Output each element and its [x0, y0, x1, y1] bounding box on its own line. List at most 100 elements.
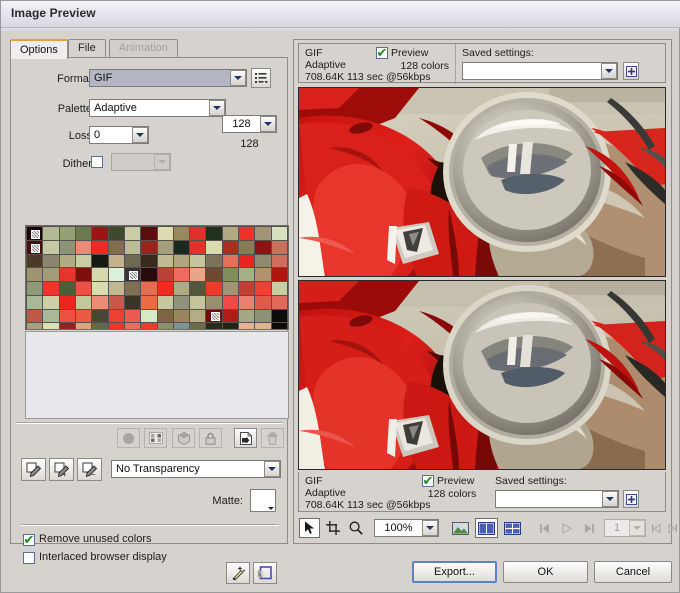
- transparency-combo[interactable]: No Transparency: [111, 460, 281, 478]
- palette-swatch[interactable]: [75, 227, 92, 240]
- palette-swatch[interactable]: [141, 240, 157, 254]
- palette-swatch[interactable]: [59, 282, 75, 295]
- palette-swatch[interactable]: [43, 227, 59, 240]
- palette-swatch[interactable]: [59, 309, 75, 323]
- palette-swatch[interactable]: [222, 282, 239, 295]
- palette-swatch[interactable]: [190, 240, 206, 254]
- palette-swatch[interactable]: [173, 254, 190, 268]
- palette-swatch[interactable]: [124, 309, 141, 323]
- add-to-transparency-button[interactable]: +: [49, 458, 74, 481]
- palette-swatch[interactable]: [141, 227, 157, 240]
- palette-swatch[interactable]: [124, 282, 141, 295]
- palette-swatch[interactable]: [108, 227, 124, 240]
- palette-swatch[interactable]: [92, 309, 108, 323]
- save-settings-button[interactable]: [623, 490, 639, 508]
- palette-swatch[interactable]: [173, 323, 190, 329]
- palette-swatch[interactable]: [27, 295, 43, 309]
- palette-swatch[interactable]: [92, 254, 108, 268]
- palette-swatch[interactable]: [75, 254, 92, 268]
- palette-swatch[interactable]: [124, 254, 141, 268]
- export-button[interactable]: Export...: [412, 561, 497, 583]
- palette-swatch[interactable]: [271, 309, 287, 323]
- palette-swatch[interactable]: [27, 268, 43, 281]
- palette-swatch[interactable]: [141, 323, 157, 329]
- palette-swatch[interactable]: [108, 309, 124, 323]
- palette-swatch[interactable]: [271, 227, 287, 240]
- zoom-tool-button[interactable]: [345, 518, 366, 538]
- palette-swatch[interactable]: [190, 295, 206, 309]
- palette-swatch[interactable]: [108, 268, 124, 281]
- palette-swatch[interactable]: [239, 309, 255, 323]
- top-image-preview[interactable]: [298, 87, 666, 277]
- palette-swatch[interactable]: [141, 295, 157, 309]
- palette-swatch[interactable]: [222, 240, 239, 254]
- palette-swatch[interactable]: [75, 309, 92, 323]
- export-wizard-button[interactable]: k: [253, 562, 277, 584]
- palette-swatch[interactable]: [43, 282, 59, 295]
- palette-swatch[interactable]: [43, 254, 59, 268]
- palette-swatch[interactable]: [108, 323, 124, 329]
- palette-swatch[interactable]: [92, 323, 108, 329]
- palette-swatch[interactable]: [124, 268, 141, 281]
- palette-swatch[interactable]: [108, 254, 124, 268]
- palette-swatch[interactable]: [190, 282, 206, 295]
- palette-swatch[interactable]: [59, 323, 75, 329]
- palette-swatch[interactable]: [239, 227, 255, 240]
- palette-swatch[interactable]: [255, 240, 271, 254]
- palette-swatch[interactable]: [75, 323, 92, 329]
- palette-swatch[interactable]: [92, 295, 108, 309]
- palette-swatch[interactable]: [190, 254, 206, 268]
- ok-button[interactable]: OK: [503, 561, 588, 583]
- palette-swatch[interactable]: [157, 295, 173, 309]
- crop-tool-button[interactable]: [322, 518, 343, 538]
- chevron-down-icon[interactable]: [260, 116, 276, 132]
- tab-options[interactable]: Options: [10, 39, 68, 59]
- select-transparent-color-button[interactable]: [21, 458, 46, 481]
- color-count-combo[interactable]: 128: [222, 115, 277, 133]
- palette-swatch[interactable]: [255, 268, 271, 281]
- palette-swatch[interactable]: [222, 309, 239, 323]
- palette-swatch[interactable]: [239, 282, 255, 295]
- palette-swatch[interactable]: [43, 295, 59, 309]
- palette-swatch[interactable]: [75, 240, 92, 254]
- palette-swatch[interactable]: [27, 309, 43, 323]
- chevron-down-icon[interactable]: [264, 461, 280, 477]
- palette-swatch[interactable]: [239, 295, 255, 309]
- palette-swatch[interactable]: [190, 227, 206, 240]
- palette-swatch[interactable]: [108, 240, 124, 254]
- palette-swatch[interactable]: [124, 323, 141, 329]
- single-view-button[interactable]: [449, 518, 472, 538]
- palette-swatch[interactable]: [255, 254, 271, 268]
- palette-swatch[interactable]: [255, 227, 271, 240]
- palette-swatch[interactable]: [157, 282, 173, 295]
- tab-file[interactable]: File: [68, 39, 106, 57]
- palette-swatch[interactable]: [239, 268, 255, 281]
- matte-color-swatch[interactable]: [250, 489, 276, 512]
- bottom-saved-settings-combo[interactable]: [495, 490, 619, 508]
- optimize-wizard-button[interactable]: [226, 562, 250, 584]
- top-preview-checkbox[interactable]: ✔: [376, 47, 388, 60]
- palette-swatch[interactable]: [43, 309, 59, 323]
- palette-swatch[interactable]: [141, 268, 157, 281]
- palette-swatch[interactable]: [27, 240, 43, 254]
- palette-swatch[interactable]: [271, 323, 287, 329]
- palette-swatch[interactable]: [157, 240, 173, 254]
- palette-swatch[interactable]: [157, 309, 173, 323]
- palette-swatch[interactable]: [157, 268, 173, 281]
- palette-swatch[interactable]: [173, 295, 190, 309]
- chevron-down-icon[interactable]: [422, 520, 438, 536]
- palette-swatch[interactable]: [206, 295, 222, 309]
- palette-swatch[interactable]: [92, 240, 108, 254]
- palette-swatch[interactable]: [206, 309, 222, 323]
- bottom-image-preview[interactable]: [298, 280, 666, 470]
- palette-swatch[interactable]: [271, 268, 287, 281]
- palette-swatch[interactable]: [255, 295, 271, 309]
- palette-swatch[interactable]: [239, 323, 255, 329]
- palette-swatch[interactable]: [92, 268, 108, 281]
- palette-swatch[interactable]: [271, 282, 287, 295]
- palette-swatch[interactable]: [75, 295, 92, 309]
- remove-unused-colors-checkbox[interactable]: ✔: [23, 534, 35, 547]
- palette-swatch[interactable]: [27, 282, 43, 295]
- add-color-button[interactable]: [234, 428, 257, 448]
- palette-swatch[interactable]: [190, 309, 206, 323]
